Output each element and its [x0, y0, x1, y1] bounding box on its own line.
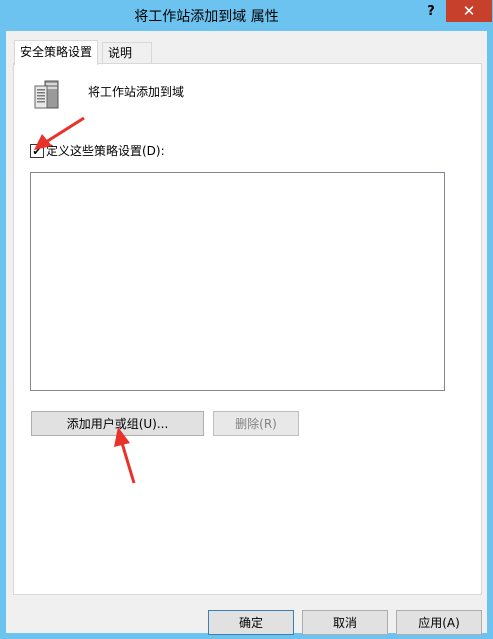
- close-button[interactable]: ✕: [446, 0, 492, 22]
- close-icon: ✕: [462, 2, 476, 20]
- annotation-arrow-icon: [114, 427, 136, 484]
- remove-button[interactable]: 删除(R): [213, 411, 299, 436]
- tab-explain[interactable]: 说明: [102, 42, 152, 63]
- tab-security-policy-setting[interactable]: 安全策略设置: [14, 40, 99, 65]
- annotation-arrow-icon: [34, 116, 85, 150]
- users-groups-list[interactable]: [30, 172, 445, 391]
- title-bar: 将工作站添加到域 属性 ? ✕: [0, 0, 493, 30]
- apply-button[interactable]: 应用(A): [396, 610, 482, 635]
- tab-label: 说明: [108, 46, 133, 60]
- help-icon: ?: [427, 3, 435, 19]
- help-button[interactable]: ?: [416, 0, 446, 22]
- cancel-button[interactable]: 取消: [302, 610, 388, 635]
- server-icon: [34, 80, 59, 109]
- window-title: 将工作站添加到域 属性: [134, 9, 279, 25]
- tab-label: 安全策略设置: [20, 45, 93, 59]
- policy-name: 将工作站添加到域: [88, 85, 185, 99]
- ok-button[interactable]: 确定: [208, 610, 294, 635]
- properties-dialog: 将工作站添加到域 属性 ? ✕ 安全策略设置 说明 将工作站添加到域 ✔ 定义这…: [0, 0, 493, 639]
